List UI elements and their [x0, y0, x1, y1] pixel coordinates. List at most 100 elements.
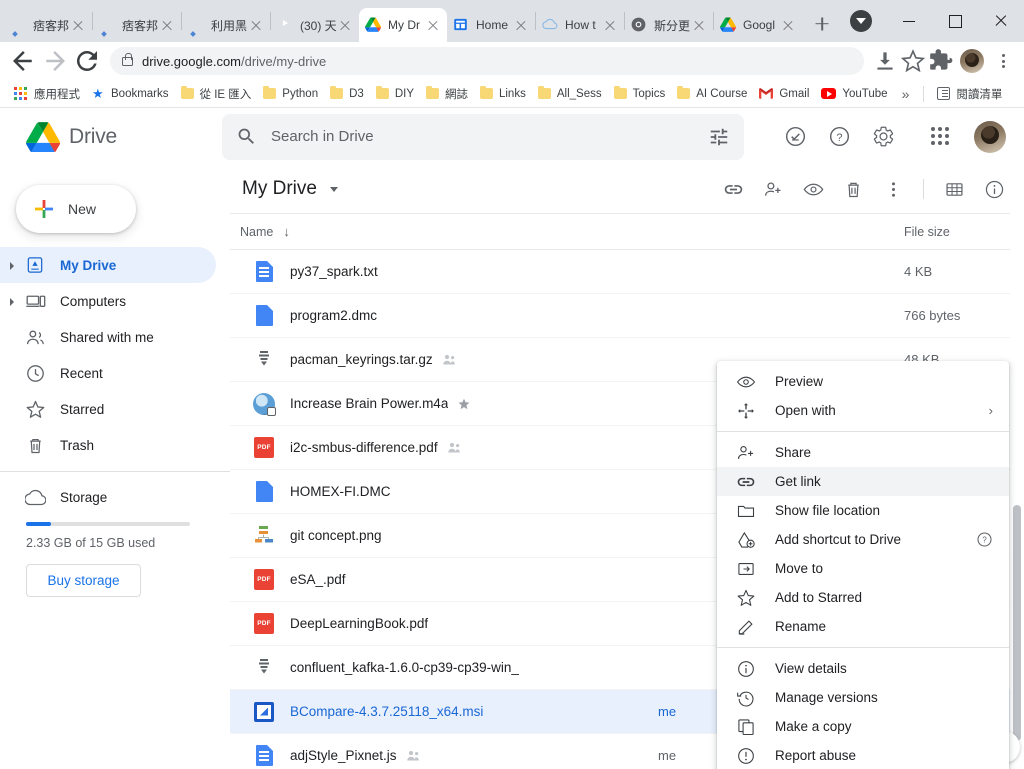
google-apps-icon[interactable]	[922, 118, 960, 156]
sidebar-item-recent[interactable]: Recent	[0, 355, 216, 391]
column-header-size[interactable]: File size	[904, 225, 1024, 239]
bookmark-item[interactable]: All_Sess	[532, 85, 608, 103]
bookmark-item[interactable]: 應用程式	[8, 83, 86, 105]
file-name-cell[interactable]: HOMEX-FI.DMC	[240, 480, 658, 504]
file-name-cell[interactable]: BCompare-4.3.7.25118_x64.msi	[240, 700, 658, 724]
search-bar[interactable]	[222, 113, 744, 160]
profile-chip[interactable]	[850, 10, 872, 32]
tab-close-icon[interactable]	[425, 17, 441, 33]
bookmark-item[interactable]: Topics	[608, 85, 672, 103]
bookmark-item[interactable]: DIY	[370, 85, 420, 103]
bookmark-item[interactable]: 從 IE 匯入	[175, 83, 258, 105]
profile-avatar[interactable]	[960, 49, 984, 73]
breadcrumb[interactable]: My Drive	[242, 178, 317, 200]
bookmark-item[interactable]: Gmail	[753, 85, 815, 103]
menu-item-move-to[interactable]: Move to	[717, 554, 1009, 583]
address-bar[interactable]: drive.google.com/drive/my-drive	[110, 47, 864, 75]
browser-tab[interactable]: 痞客邦	[93, 8, 181, 42]
bookmark-item[interactable]: D3	[324, 85, 370, 103]
tab-close-icon[interactable]	[780, 17, 796, 33]
menu-item-get-link[interactable]: Get link	[717, 467, 1009, 496]
more-vert-icon[interactable]	[875, 171, 911, 207]
tab-close-icon[interactable]	[691, 17, 707, 33]
search-options-icon[interactable]	[708, 126, 730, 148]
menu-item-share[interactable]: Share	[717, 438, 1009, 467]
bookmark-item[interactable]: Links	[474, 85, 532, 103]
browser-tab[interactable]: How t	[536, 8, 624, 42]
bookmarks-overflow-button[interactable]: »	[895, 83, 917, 105]
sidebar-item-storage[interactable]: Storage	[0, 480, 230, 514]
close-window-button[interactable]	[978, 0, 1024, 42]
sidebar-item-shared-with-me[interactable]: Shared with me	[0, 319, 216, 355]
downloads-icon[interactable]	[872, 48, 898, 74]
file-name-cell[interactable]: git concept.png	[240, 524, 658, 548]
tab-close-icon[interactable]	[70, 17, 86, 33]
browser-tab[interactable]: 斯分更	[625, 8, 713, 42]
reading-list-button[interactable]: 閱讀清單	[931, 83, 1008, 105]
bookmark-item[interactable]: Python	[257, 85, 324, 103]
extensions-icon[interactable]	[928, 48, 954, 74]
menu-item-make-a-copy[interactable]: Make a copy	[717, 712, 1009, 741]
new-tab-button[interactable]	[808, 10, 836, 38]
grid-view-icon[interactable]	[936, 171, 972, 207]
file-name-cell[interactable]: PDF i2c-smbus-difference.pdf	[240, 436, 658, 460]
table-row[interactable]: py37_spark.txt 4 KB	[230, 250, 1024, 294]
sidebar-item-starred[interactable]: Starred	[0, 391, 216, 427]
table-row[interactable]: program2.dmc 766 bytes	[230, 294, 1024, 338]
back-button[interactable]	[8, 46, 38, 76]
file-name-cell[interactable]: PDF DeepLearningBook.pdf	[240, 612, 658, 636]
starred-icon[interactable]	[457, 397, 471, 411]
tab-close-icon[interactable]	[159, 17, 175, 33]
reload-button[interactable]	[72, 46, 102, 76]
trash-icon[interactable]	[835, 171, 871, 207]
menu-item-show-file-location[interactable]: Show file location	[717, 496, 1009, 525]
minimize-button[interactable]	[886, 0, 932, 42]
browser-tab[interactable]: Googl	[714, 8, 802, 42]
chrome-menu-button[interactable]	[990, 48, 1016, 74]
tab-close-icon[interactable]	[337, 17, 353, 33]
new-button[interactable]: New	[16, 185, 136, 233]
scrollbar-thumb[interactable]	[1013, 505, 1021, 741]
browser-tab[interactable]: My Dr	[359, 8, 447, 42]
menu-item-add-to-starred[interactable]: Add to Starred	[717, 583, 1009, 612]
column-header-name[interactable]: Name ↓	[240, 224, 658, 239]
file-name-cell[interactable]: pacman_keyrings.tar.gz	[240, 348, 658, 372]
browser-tab[interactable]: Home	[447, 8, 535, 42]
sidebar-item-my-drive[interactable]: My Drive	[0, 247, 216, 283]
file-name-cell[interactable]: adjStyle_Pixnet.js	[240, 744, 658, 768]
menu-item-open-with[interactable]: Open with ›	[717, 396, 1009, 425]
file-name-cell[interactable]: program2.dmc	[240, 304, 658, 328]
vertical-scrollbar[interactable]	[1010, 165, 1024, 769]
bookmark-item[interactable]: ★ Bookmarks	[86, 84, 175, 103]
browser-tab[interactable]: 利用黑	[182, 8, 270, 42]
account-avatar[interactable]	[974, 120, 1006, 153]
bookmark-star-icon[interactable]	[900, 48, 926, 74]
search-input[interactable]	[271, 128, 708, 145]
help-icon[interactable]: ?	[976, 531, 993, 548]
forward-button[interactable]	[40, 46, 70, 76]
tab-close-icon[interactable]	[602, 17, 618, 33]
preview-eye-icon[interactable]	[795, 171, 831, 207]
file-name-cell[interactable]: confluent_kafka-1.6.0-cp39-cp39-win_	[240, 656, 658, 680]
menu-item-view-details[interactable]: View details	[717, 654, 1009, 683]
drive-logo[interactable]: Drive	[14, 121, 214, 152]
chevron-down-icon[interactable]	[329, 186, 338, 192]
browser-tab[interactable]: 痞客邦	[4, 8, 92, 42]
help-icon[interactable]: ?	[820, 118, 858, 156]
context-menu[interactable]: Preview Open with › Share Get link Show file …	[717, 361, 1009, 769]
menu-item-preview[interactable]: Preview	[717, 367, 1009, 396]
buy-storage-button[interactable]: Buy storage	[26, 564, 141, 597]
browser-tab[interactable]: (30) 天	[271, 8, 359, 42]
file-name-cell[interactable]: Increase Brain Power.m4a	[240, 392, 658, 416]
bookmark-item[interactable]: YouTube	[815, 85, 893, 103]
menu-item-add-shortcut-to-drive[interactable]: Add shortcut to Drive?	[717, 525, 1009, 554]
support-check-icon[interactable]	[776, 118, 814, 156]
sidebar-item-trash[interactable]: Trash	[0, 427, 216, 463]
bookmark-item[interactable]: AI Course	[671, 85, 753, 103]
maximize-button[interactable]	[932, 0, 978, 42]
menu-item-report-abuse[interactable]: Report abuse	[717, 741, 1009, 769]
details-info-icon[interactable]	[976, 171, 1012, 207]
tab-close-icon[interactable]	[513, 17, 529, 33]
add-person-icon[interactable]	[755, 171, 791, 207]
tab-close-icon[interactable]	[248, 17, 264, 33]
